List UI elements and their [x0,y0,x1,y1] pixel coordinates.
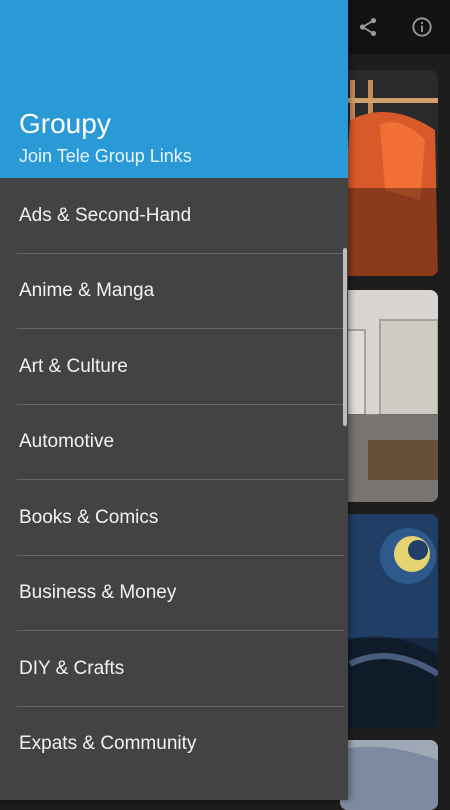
navigation-drawer: Groupy Join Tele Group Links Ads & Secon… [0,0,348,800]
menu-item-automotive[interactable]: Automotive [0,405,348,481]
menu-item-expats-community[interactable]: Expats & Community [0,707,348,783]
share-button[interactable] [351,10,385,44]
menu-item-books-comics[interactable]: Books & Comics [0,480,348,556]
category-menu: Ads & Second-Hand Anime & Manga Art & Cu… [0,178,348,800]
drawer-header: Groupy Join Tele Group Links [0,0,348,178]
drawer-scrollbar[interactable] [343,248,347,426]
share-icon [359,18,377,36]
app-subtitle: Join Tele Group Links [19,146,192,166]
menu-item-art-culture[interactable]: Art & Culture [0,329,348,405]
menu-item-diy-crafts[interactable]: DIY & Crafts [0,631,348,707]
group-card[interactable] [340,514,438,728]
group-card[interactable] [340,290,438,502]
group-card[interactable] [340,70,438,276]
app-title: Groupy [19,108,111,139]
info-button[interactable] [405,10,439,44]
menu-item-anime-manga[interactable]: Anime & Manga [0,254,348,330]
menu-item-ads-second-hand[interactable]: Ads & Second-Hand [0,178,348,254]
info-icon [412,17,432,37]
menu-item-business-money[interactable]: Business & Money [0,556,348,632]
